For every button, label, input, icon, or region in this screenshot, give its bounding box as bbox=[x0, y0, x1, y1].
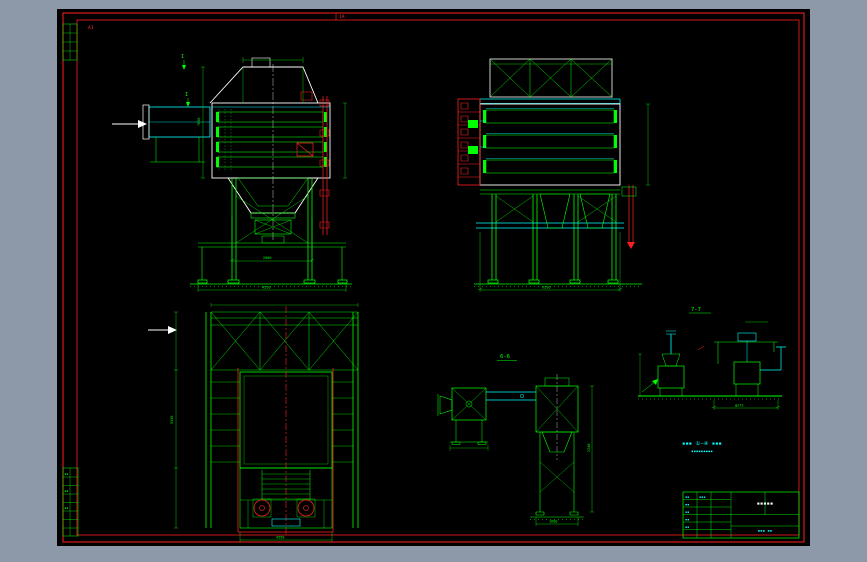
section-mark: I bbox=[185, 92, 188, 98]
cad-viewer: A1 1A ▪▪ ▪▪ ▪▪ 7650 2000 4550 I I 9350 9… bbox=[0, 0, 867, 562]
note-line-2: ▪▪▪▪▪▪▪▪▪ bbox=[691, 449, 713, 454]
dim-label: 4550 bbox=[276, 536, 284, 540]
dim-label: 7650 bbox=[197, 118, 201, 126]
rev-row-1: ▪▪ bbox=[65, 472, 69, 476]
dim-label: 1600 bbox=[549, 520, 557, 524]
titleblock-cell: ▪▪ bbox=[685, 518, 689, 522]
rev-row-2: ▪▪ bbox=[65, 489, 69, 493]
cad-drawing-canvas: A1 1A ▪▪ ▪▪ ▪▪ 7650 2000 4550 I I 9350 9… bbox=[0, 0, 867, 562]
section-mark: I bbox=[181, 54, 184, 60]
dim-label: 2240 bbox=[587, 444, 591, 452]
titleblock-cell: ▪▪ bbox=[685, 495, 689, 499]
titleblock-cell: ▪▪ bbox=[685, 503, 689, 507]
drawing-subtitle: ▪▪▪ ▪▪ bbox=[758, 528, 772, 533]
titleblock-cell: ▪▪▪ bbox=[699, 495, 706, 499]
titleblock-cell: ▪▪ bbox=[685, 510, 689, 514]
dim-label: 4550 bbox=[262, 286, 270, 290]
sheet-corner-code: A1 bbox=[88, 25, 94, 31]
drawing-title: ▪▪▪▪▪ bbox=[757, 501, 774, 507]
drawing-sheet bbox=[57, 9, 810, 546]
zone-mark: 1A bbox=[339, 14, 345, 20]
rev-row-3: ▪▪ bbox=[65, 506, 69, 510]
detail-label: 7-7 bbox=[691, 307, 701, 313]
note-line-1: ▪▪▪ ①—④ ▪▪▪ bbox=[682, 440, 722, 447]
dim-label: 9350 bbox=[170, 416, 174, 424]
detail-label: 6-6 bbox=[500, 354, 510, 360]
titleblock-cell: ▪▪ bbox=[685, 525, 689, 529]
dim-label: 9350 bbox=[542, 286, 550, 290]
dim-label: 2000 bbox=[263, 256, 271, 260]
dim-label: φ273 bbox=[735, 404, 743, 408]
